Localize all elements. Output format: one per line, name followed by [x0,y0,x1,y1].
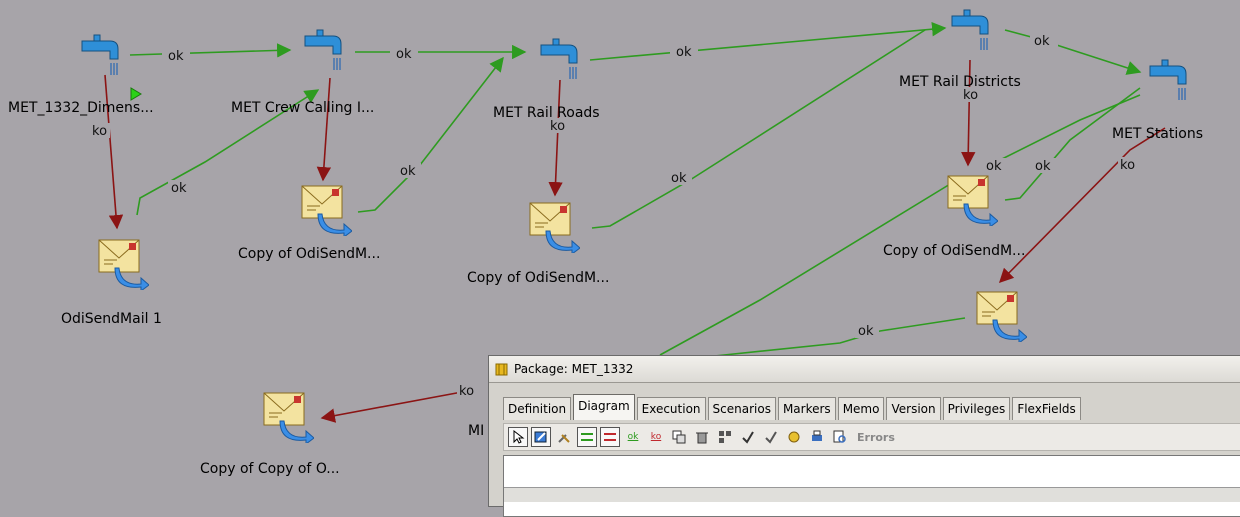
select-tool-icon[interactable] [508,427,528,447]
interface-step-icon[interactable] [539,37,581,85]
tab-version[interactable]: Version [886,397,941,420]
link-label-ko: ko [1120,158,1135,173]
step-label-partial: MI [468,423,485,439]
check-icon[interactable] [738,427,758,447]
link-ok-railroads-districts[interactable] [589,21,947,61]
send-mail-step-icon[interactable] [975,290,1028,346]
preview-icon[interactable] [830,427,850,447]
tab-scenarios[interactable]: Scenarios [707,397,776,420]
interface-step-icon[interactable] [303,28,345,76]
link-ok-districts-stations[interactable] [1004,29,1142,75]
link-ok-copy1-railroads[interactable] [357,56,504,213]
window-title: Package: MET_1332 [514,362,634,376]
link-label-ok: ok [671,171,687,186]
link-label-ok: ok [676,45,692,60]
run-icon[interactable] [784,427,804,447]
send-mail-step-icon[interactable] [528,201,581,257]
tab-flexfields[interactable]: FlexFields [1012,397,1081,420]
package-icon [495,363,508,375]
link-ok-window-copy3[interactable] [659,177,961,356]
step-label-mail1: OdiSendMail 1 [61,311,162,327]
step-label-copy2: Copy of OdiSendM... [467,270,610,286]
link-label-ok: ok [400,164,416,179]
step-label-rail-roads: MET Rail Roads [493,105,600,121]
link-ko-crew-copy1[interactable] [316,77,332,182]
step-label-copy1: Copy of OdiSendM... [238,246,381,262]
ok-link-tool-icon[interactable] [577,427,597,447]
tab-definition[interactable]: Definition [503,397,572,420]
tools-icon[interactable] [554,427,574,447]
diagram-toolbar: ok ko Errors [503,423,1240,451]
link-label-ko: ko [963,88,978,103]
tab-execution[interactable]: Execution [636,397,706,420]
edit-tool-icon[interactable] [531,427,551,447]
link-label-ok: ok [171,181,187,196]
interface-step-icon[interactable] [950,8,992,56]
next-ko-tool[interactable]: ko [646,427,666,447]
validate-icon[interactable] [761,427,781,447]
arrange-icon[interactable] [715,427,735,447]
ko-link-tool-icon[interactable] [600,427,620,447]
link-label-ok: ok [1034,34,1050,49]
step-label-copycopy: Copy of Copy of O... [200,461,340,477]
link-ok-copy2-districts[interactable] [591,29,926,229]
tab-privileges[interactable]: Privileges [942,397,1011,420]
send-mail-step-icon[interactable] [262,391,315,447]
link-label-ko: ko [92,124,107,139]
tab-bar: Definition Diagram Execution Scenarios M… [503,394,1083,420]
send-mail-step-icon[interactable] [97,238,150,294]
window-title-bar[interactable]: Package: MET_1332 [489,356,1240,383]
link-label-ok: ok [1035,159,1051,174]
link-label-ko: ko [550,119,565,134]
link-label-ko: ko [459,384,474,399]
first-step-marker-icon [130,87,142,101]
tab-diagram[interactable]: Diagram [573,394,635,420]
link-label-ok: ok [396,47,412,62]
step-label-copy3: Copy of OdiSendM... [883,243,1026,259]
delete-icon[interactable] [692,427,712,447]
link-ko-1332-mail1[interactable] [104,74,124,230]
link-label-ok: ok [986,159,1002,174]
send-mail-step-icon[interactable] [946,174,999,230]
link-ko-window-copycopy[interactable] [320,391,463,423]
link-ok-1332-crew[interactable] [129,43,292,58]
print-icon[interactable] [807,427,827,447]
package-window[interactable]: Package: MET_1332 Definition Diagram Exe… [488,355,1240,517]
tab-memo[interactable]: Memo [837,397,885,420]
step-label-stations: MET Stations [1112,126,1203,142]
tab-markers[interactable]: Markers [777,397,836,420]
step-label-crew-calling: MET Crew Calling I... [231,100,375,116]
link-ko-railroads-copy2[interactable] [548,79,563,197]
errors-label[interactable]: Errors [857,431,895,444]
send-mail-step-icon[interactable] [300,184,353,240]
link-ok-copy3-stations[interactable] [1004,87,1141,201]
link-label-ok: ok [168,49,184,64]
link-ok-window-mail[interactable] [704,317,966,358]
interface-step-icon[interactable] [1148,58,1190,106]
step-label-met-1332: MET_1332_Dimens... [8,100,154,116]
interface-step-icon[interactable] [80,33,122,81]
embedded-diagram-area[interactable] [503,455,1240,517]
step-label-rail-districts: MET Rail Districts [899,74,1021,90]
duplicate-icon[interactable] [669,427,689,447]
link-label-ok: ok [858,324,874,339]
next-ok-tool[interactable]: ok [623,427,643,447]
